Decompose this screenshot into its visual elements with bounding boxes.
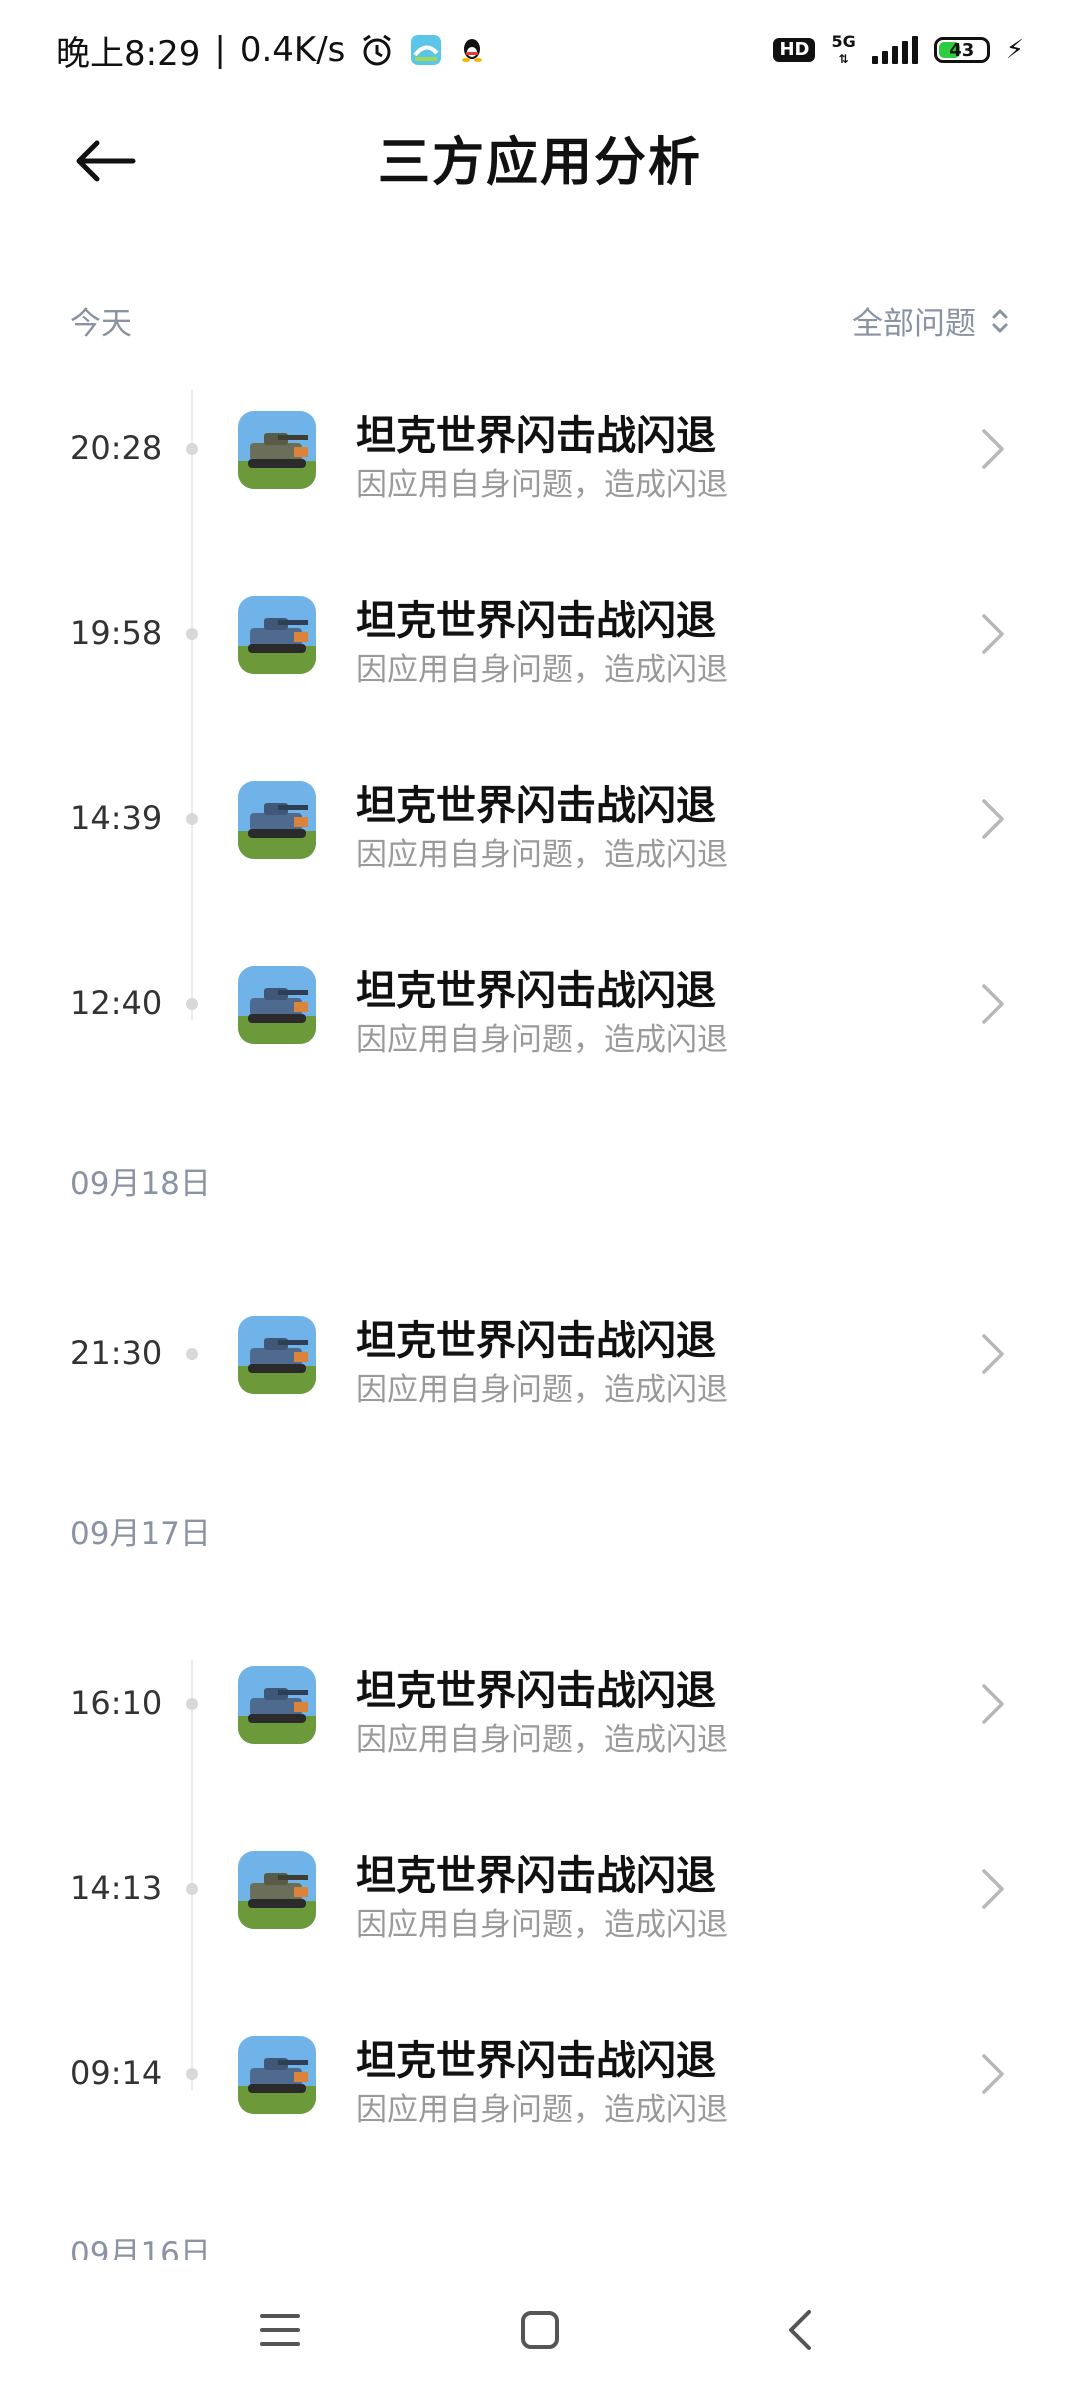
item-time: 16:10 bbox=[70, 1684, 163, 1722]
item-time: 14:39 bbox=[70, 799, 163, 837]
item-title: 坦克世界闪击战闪退 bbox=[356, 1318, 716, 1364]
page-title: 三方应用分析 bbox=[377, 133, 702, 193]
item-subtitle: 因应用自身问题，造成闪退 bbox=[356, 467, 728, 503]
section-date-0917: 09月17日 bbox=[70, 1516, 211, 1552]
chevron-right-icon bbox=[982, 429, 1004, 469]
timeline-dot bbox=[186, 1698, 198, 1710]
chevron-right-icon bbox=[982, 1869, 1004, 1909]
chevron-right-icon bbox=[982, 614, 1004, 654]
item-title: 坦克世界闪击战闪退 bbox=[356, 1668, 716, 1714]
recent-apps-button[interactable] bbox=[250, 2300, 310, 2360]
list-item[interactable]: 19:58 坦克世界闪击战闪退 因应用自身问题，造成闪退 bbox=[0, 570, 1080, 700]
timeline-dot bbox=[186, 998, 198, 1010]
tank-game-app-icon bbox=[238, 2036, 316, 2114]
tank-game-app-icon bbox=[238, 1666, 316, 1744]
tank-game-app-icon bbox=[238, 411, 316, 489]
timeline-dot bbox=[186, 628, 198, 640]
network-type: 5G ⇅ bbox=[831, 31, 856, 66]
section-date-0918: 09月18日 bbox=[70, 1166, 211, 1202]
list-item[interactable]: 16:10 坦克世界闪击战闪退 因应用自身问题，造成闪退 bbox=[0, 1640, 1080, 1770]
network-speed: 0.4K/s bbox=[239, 30, 346, 70]
sort-updown-icon bbox=[992, 309, 1008, 332]
timeline-dot bbox=[186, 443, 198, 455]
section-date-today: 今天 bbox=[70, 306, 132, 342]
tank-game-app-icon bbox=[238, 781, 316, 859]
item-time: 09:14 bbox=[70, 2054, 163, 2092]
item-subtitle: 因应用自身问题，造成闪退 bbox=[356, 837, 728, 873]
list-item[interactable]: 09:14 坦克世界闪击战闪退 因应用自身问题，造成闪退 bbox=[0, 2010, 1080, 2140]
chevron-right-icon bbox=[982, 1684, 1004, 1724]
list-item[interactable]: 14:39 坦克世界闪击战闪退 因应用自身问题，造成闪退 bbox=[0, 755, 1080, 885]
item-title: 坦克世界闪击战闪退 bbox=[356, 1853, 716, 1899]
tank-game-app-icon bbox=[238, 966, 316, 1044]
item-time: 14:13 bbox=[70, 1869, 163, 1907]
item-time: 12:40 bbox=[70, 984, 163, 1022]
item-title: 坦克世界闪击战闪退 bbox=[356, 598, 716, 644]
item-time: 20:28 bbox=[70, 429, 163, 467]
list-item[interactable]: 14:13 坦克世界闪击战闪退 因应用自身问题，造成闪退 bbox=[0, 1825, 1080, 1955]
item-title: 坦克世界闪击战闪退 bbox=[356, 968, 716, 1014]
filter-dropdown[interactable]: 全部问题 bbox=[852, 298, 1010, 343]
item-subtitle: 因应用自身问题，造成闪退 bbox=[356, 2092, 728, 2128]
battery-icon: 43 bbox=[933, 37, 990, 63]
list-item[interactable]: 20:28 坦克世界闪击战闪退 因应用自身问题，造成闪退 bbox=[0, 385, 1080, 515]
chevron-right-icon bbox=[982, 1334, 1004, 1374]
header: 三方应用分析 bbox=[0, 100, 1080, 220]
system-back-button[interactable] bbox=[770, 2300, 830, 2360]
status-separator: | bbox=[214, 30, 226, 70]
item-title: 坦克世界闪击战闪退 bbox=[356, 413, 716, 459]
home-square-icon bbox=[521, 2311, 559, 2349]
status-left: 晚上8:29 | 0.4K/s bbox=[56, 26, 487, 75]
qq-icon bbox=[457, 35, 487, 65]
timeline-dot bbox=[186, 2068, 198, 2080]
alarm-icon bbox=[359, 32, 395, 68]
timeline-dot bbox=[186, 813, 198, 825]
status-bar: 晚上8:29 | 0.4K/s HD 5G ⇅ 43 ⚡ bbox=[0, 0, 1080, 100]
timeline-dot bbox=[186, 1883, 198, 1895]
list-item[interactable]: 21:30 坦克世界闪击战闪退 因应用自身问题，造成闪退 bbox=[0, 1290, 1080, 1420]
item-time: 19:58 bbox=[70, 614, 163, 652]
filter-label: 全部问题 bbox=[852, 306, 976, 342]
tank-game-app-icon bbox=[238, 1851, 316, 1929]
chevron-right-icon bbox=[982, 984, 1004, 1024]
item-time: 21:30 bbox=[70, 1334, 163, 1372]
home-button[interactable] bbox=[510, 2300, 570, 2360]
list-item[interactable]: 12:40 坦克世界闪击战闪退 因应用自身问题，造成闪退 bbox=[0, 940, 1080, 1070]
item-subtitle: 因应用自身问题，造成闪退 bbox=[356, 1907, 728, 1943]
item-subtitle: 因应用自身问题，造成闪退 bbox=[356, 1722, 728, 1758]
chevron-right-icon bbox=[982, 2054, 1004, 2094]
back-chevron-icon bbox=[789, 2310, 811, 2350]
system-nav-bar bbox=[0, 2260, 1080, 2400]
signal-icon bbox=[871, 36, 918, 64]
status-time: 晚上8:29 bbox=[56, 33, 201, 74]
item-subtitle: 因应用自身问题，造成闪退 bbox=[356, 652, 728, 688]
app-notification-icon bbox=[409, 33, 443, 67]
battery-level: 43 bbox=[949, 39, 975, 61]
item-subtitle: 因应用自身问题，造成闪退 bbox=[356, 1372, 728, 1408]
timeline-dot bbox=[186, 1348, 198, 1360]
menu-icon bbox=[260, 2314, 300, 2346]
item-title: 坦克世界闪击战闪退 bbox=[356, 783, 716, 829]
item-subtitle: 因应用自身问题，造成闪退 bbox=[356, 1022, 728, 1058]
item-title: 坦克世界闪击战闪退 bbox=[356, 2038, 716, 2084]
charging-icon: ⚡ bbox=[1005, 35, 1024, 65]
tank-game-app-icon bbox=[238, 1316, 316, 1394]
chevron-right-icon bbox=[982, 799, 1004, 839]
tank-game-app-icon bbox=[238, 596, 316, 674]
status-right: HD 5G ⇅ 43 ⚡ bbox=[773, 31, 1024, 67]
hd-icon: HD bbox=[773, 38, 816, 62]
